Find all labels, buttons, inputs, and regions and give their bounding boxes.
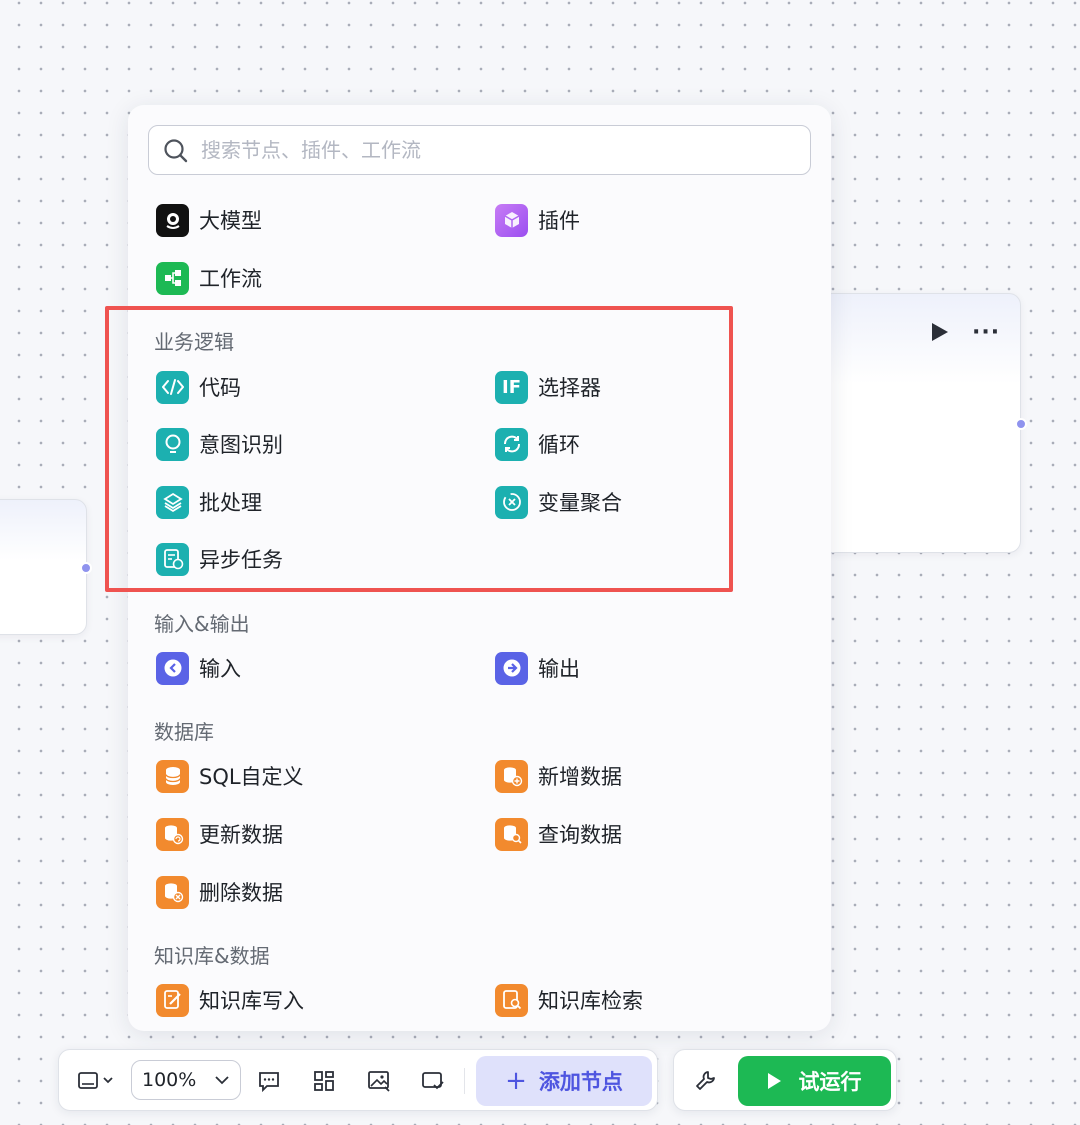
- image-button[interactable]: [365, 1064, 393, 1098]
- node-item-workflow[interactable]: 工作流: [156, 258, 262, 298]
- play-icon[interactable]: [932, 323, 948, 341]
- item-label: 大模型: [199, 209, 262, 233]
- item-label: 异步任务: [199, 548, 283, 572]
- category-title: 知识库&数据: [154, 944, 270, 968]
- knowledge-search-icon: [495, 983, 528, 1017]
- node-item-intent[interactable]: 意图识别: [156, 424, 283, 464]
- item-label: 知识库写入: [199, 989, 304, 1013]
- batch-layers-icon: [156, 485, 189, 519]
- settings-button[interactable]: [690, 1064, 722, 1098]
- category-title: 输入&输出: [154, 612, 250, 636]
- add-node-panel: 大模型 插件 工作流 业务逻辑 代码 IF 选择器 意图识别 循环: [128, 105, 831, 1031]
- more-icon[interactable]: ···: [972, 320, 1000, 345]
- tidy-button[interactable]: [419, 1064, 447, 1098]
- zoom-value: 100%: [142, 1069, 197, 1091]
- search-box: [148, 125, 811, 175]
- database-icon: [156, 759, 189, 793]
- code-icon: [156, 370, 189, 404]
- item-label: 更新数据: [199, 823, 283, 847]
- item-label: 工作流: [199, 267, 262, 291]
- plus-icon: +: [505, 1066, 527, 1096]
- node-item-async-task[interactable]: 异步任务: [156, 539, 283, 579]
- variable-aggregate-icon: [495, 485, 528, 519]
- item-label: 输出: [538, 657, 580, 681]
- async-task-icon: [156, 542, 189, 576]
- node-item-add-data[interactable]: 新增数据: [495, 756, 622, 796]
- node-item-knowledge-write[interactable]: 知识库写入: [156, 980, 304, 1020]
- node-item-selector[interactable]: IF 选择器: [495, 367, 601, 407]
- if-selector-icon: IF: [495, 370, 528, 404]
- check-document-icon: [422, 1072, 444, 1090]
- input-arrow-icon: [156, 651, 189, 685]
- database-delete-icon: [156, 875, 189, 909]
- run-toolbar: 试运行: [673, 1049, 897, 1111]
- node-item-delete-data[interactable]: 删除数据: [156, 872, 283, 912]
- search-input[interactable]: [201, 126, 801, 174]
- node-item-output[interactable]: 输出: [495, 648, 580, 688]
- node-item-query-data[interactable]: 查询数据: [495, 814, 622, 854]
- node-item-batch[interactable]: 批处理: [156, 482, 262, 522]
- item-label: 新增数据: [538, 765, 622, 789]
- item-label: 输入: [199, 657, 241, 681]
- item-label: 知识库检索: [538, 989, 643, 1013]
- intent-bulb-icon: [156, 427, 189, 461]
- canvas-node-left[interactable]: [0, 499, 87, 635]
- item-label: 删除数据: [199, 881, 283, 905]
- item-label: 插件: [538, 209, 580, 233]
- add-node-button[interactable]: + 添加节点: [476, 1056, 652, 1106]
- item-label: 批处理: [199, 491, 262, 515]
- llm-icon: [156, 203, 189, 237]
- canvas-toolbar: 100% + 添加节点: [58, 1049, 658, 1111]
- image-icon: [368, 1071, 390, 1092]
- plugin-cube-icon: [495, 203, 528, 237]
- workflow-icon: [156, 261, 189, 295]
- loop-icon: [495, 427, 528, 461]
- node-item-variable-aggregate[interactable]: 变量聚合: [495, 482, 622, 522]
- output-arrow-icon: [495, 651, 528, 685]
- database-refresh-icon: [156, 817, 189, 851]
- search-icon: [164, 139, 188, 163]
- minimap-toggle-button[interactable]: [71, 1064, 121, 1098]
- chevron-down-icon: [215, 1076, 229, 1085]
- comment-button[interactable]: [255, 1064, 283, 1098]
- node-item-llm[interactable]: 大模型: [156, 200, 262, 240]
- zoom-select[interactable]: 100%: [131, 1060, 241, 1100]
- node-item-input[interactable]: 输入: [156, 648, 241, 688]
- category-title: 数据库: [154, 720, 214, 744]
- item-label: 循环: [538, 433, 580, 457]
- comment-icon: [259, 1072, 279, 1093]
- add-node-label: 添加节点: [538, 1070, 623, 1094]
- node-item-sql[interactable]: SQL自定义: [156, 756, 304, 796]
- node-item-code[interactable]: 代码: [156, 367, 241, 407]
- node-output-port[interactable]: [1015, 418, 1027, 430]
- category-title: 业务逻辑: [154, 330, 234, 354]
- node-item-plugin[interactable]: 插件: [495, 200, 580, 240]
- node-item-loop[interactable]: 循环: [495, 424, 580, 464]
- wrench-icon: [696, 1071, 715, 1090]
- item-label: 代码: [199, 376, 241, 400]
- grid-layout-icon: [314, 1071, 334, 1091]
- node-item-knowledge-search[interactable]: 知识库检索: [495, 980, 643, 1020]
- item-label: SQL自定义: [199, 765, 304, 789]
- toolbar-divider: [464, 1068, 465, 1094]
- database-add-icon: [495, 759, 528, 793]
- auto-layout-button[interactable]: [310, 1064, 338, 1098]
- node-item-update-data[interactable]: 更新数据: [156, 814, 283, 854]
- test-run-label: 试运行: [798, 1070, 862, 1094]
- item-label: 查询数据: [538, 823, 622, 847]
- item-label: 意图识别: [199, 433, 283, 457]
- test-run-button[interactable]: 试运行: [738, 1056, 891, 1106]
- database-search-icon: [495, 817, 528, 851]
- knowledge-write-icon: [156, 983, 189, 1017]
- minimap-icon: [78, 1072, 113, 1089]
- item-label: 变量聚合: [538, 491, 622, 515]
- item-label: 选择器: [538, 376, 601, 400]
- node-output-port[interactable]: [80, 562, 92, 574]
- play-icon: [767, 1073, 781, 1089]
